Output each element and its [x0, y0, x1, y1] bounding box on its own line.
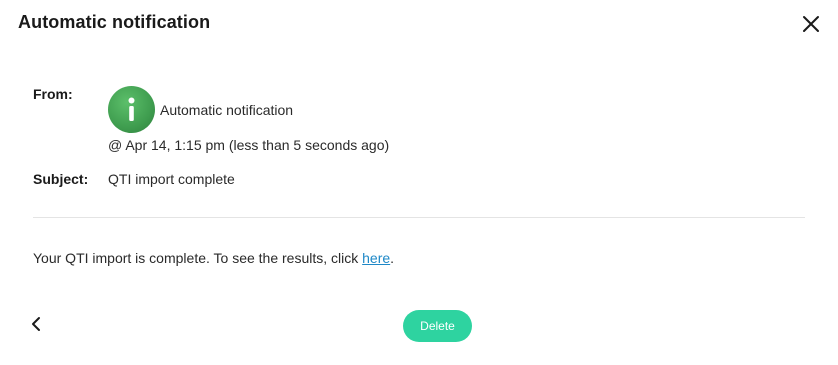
message-body: Your QTI import is complete. To see the …: [33, 250, 394, 266]
results-link[interactable]: here: [362, 250, 390, 266]
back-button[interactable]: [28, 314, 46, 334]
message-text-end: .: [390, 250, 395, 266]
delete-button[interactable]: Delete: [403, 310, 472, 342]
subject-label: Subject:: [33, 171, 89, 187]
info-icon: [128, 97, 135, 121]
message-timestamp: @ Apr 14, 1:15 pm (less than 5 seconds a…: [108, 137, 390, 153]
close-button[interactable]: [801, 14, 821, 34]
chevron-left-icon: [32, 317, 40, 331]
from-label: From:: [33, 86, 73, 102]
notification-dialog: Automatic notification From: Automatic n…: [0, 0, 838, 365]
header-divider: [33, 217, 805, 218]
subject-value: QTI import complete: [108, 171, 235, 187]
message-text: Your QTI import is complete. To see the …: [33, 250, 363, 266]
sender-name: Automatic notification: [160, 102, 294, 118]
dialog-title: Automatic notification: [18, 12, 211, 32]
sender-avatar: [108, 86, 155, 133]
close-icon: [803, 16, 819, 32]
